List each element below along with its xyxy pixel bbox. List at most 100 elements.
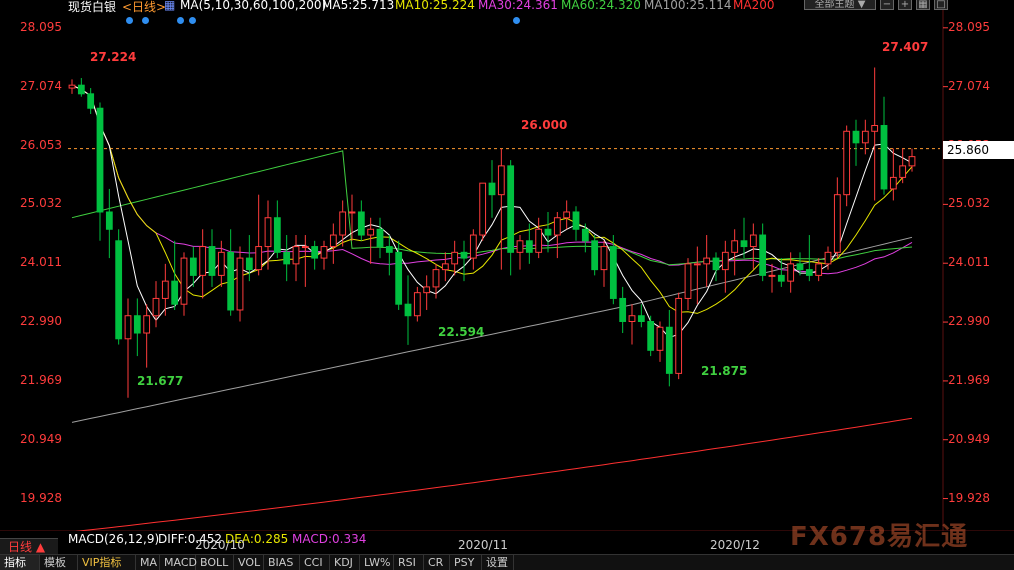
candle-body xyxy=(488,182,496,196)
candle-body xyxy=(600,246,608,271)
tab-1[interactable]: 模板 xyxy=(40,555,78,570)
candle-body xyxy=(740,240,748,248)
candle-body xyxy=(647,320,655,351)
tab-14[interactable]: 设置 xyxy=(482,555,514,570)
high-annotation: 27.407 xyxy=(882,40,929,54)
y-tick-label: 20.949 xyxy=(948,431,990,446)
candle-body xyxy=(255,246,263,271)
tab-0[interactable]: 指标 xyxy=(0,555,40,570)
candle-body xyxy=(264,217,272,248)
ma-indicator-icon[interactable]: ▦ xyxy=(164,0,175,12)
ma60-value: MA60:24.320 xyxy=(561,0,641,12)
candle-body xyxy=(572,211,580,230)
plus-icon[interactable]: + xyxy=(898,0,912,10)
event-marker-icon[interactable] xyxy=(189,17,196,24)
candle-body xyxy=(329,234,337,248)
candle-body xyxy=(787,263,795,282)
candle-body xyxy=(469,234,477,259)
candle-body xyxy=(516,240,524,253)
period-label[interactable]: <日线> xyxy=(122,0,166,15)
candlestick-chart[interactable] xyxy=(0,0,1014,569)
candle-body xyxy=(861,130,869,144)
y-tick-label-left: 24.011 xyxy=(20,255,62,270)
candle-body xyxy=(124,315,132,340)
tab-10[interactable]: LW% xyxy=(360,555,394,570)
low-annotation: 21.677 xyxy=(137,374,184,388)
theme-dropdown[interactable]: 全部主题 ▼ xyxy=(804,0,876,10)
candle-body xyxy=(217,251,225,276)
candle-body xyxy=(703,257,711,265)
tab-4[interactable]: MACD xyxy=(160,555,197,570)
candle-body xyxy=(367,228,375,236)
tab-13[interactable]: PSY xyxy=(450,555,482,570)
grid-icon[interactable]: ▦ xyxy=(916,0,930,10)
candle-body xyxy=(87,93,95,109)
date-label: 2020/12 xyxy=(710,538,760,552)
candle-body xyxy=(656,326,664,351)
candle-body xyxy=(768,274,776,277)
candle-body xyxy=(348,211,356,214)
y-tick-label: 28.095 xyxy=(948,19,990,34)
candle-body xyxy=(609,246,617,299)
event-markers xyxy=(0,17,600,27)
candle-body xyxy=(759,234,767,276)
candle-body xyxy=(115,240,123,340)
tab-11[interactable]: RSI xyxy=(394,555,424,570)
y-tick-label-left: 20.949 xyxy=(20,431,62,446)
y-tick-label-left: 22.990 xyxy=(20,314,62,329)
candle-body xyxy=(497,165,505,196)
candle-body xyxy=(581,228,589,242)
candle-body xyxy=(395,251,403,305)
candle-body xyxy=(301,246,309,249)
candle-body xyxy=(833,194,841,253)
candle-body xyxy=(749,234,757,248)
candle-body xyxy=(535,228,543,253)
candle-body xyxy=(908,156,916,167)
macd-title: MACD(26,12,9) xyxy=(68,532,160,546)
y-tick-label-left: 27.074 xyxy=(20,78,62,93)
ma100-line xyxy=(71,236,913,423)
tab-12[interactable]: CR xyxy=(424,555,450,570)
event-marker-icon[interactable] xyxy=(142,17,149,24)
candle-body xyxy=(544,228,552,236)
candle-body xyxy=(880,125,888,190)
candle-body xyxy=(311,246,319,259)
candle-body xyxy=(637,315,645,322)
period-toggle-button[interactable]: 日线 ▲ xyxy=(0,538,58,554)
ma10-value: MA10:25.224 xyxy=(395,0,475,12)
indicator-tab-bar: 指标 模板 VIP指标 MA MACD BOLL VOL BIAS CCI KDJ LW% RSI CR… xyxy=(0,554,1014,570)
minus-icon[interactable]: − xyxy=(880,0,894,10)
event-marker-icon[interactable] xyxy=(177,17,184,24)
y-tick-label: 24.011 xyxy=(948,255,990,270)
event-marker-icon[interactable] xyxy=(513,17,520,24)
ma5-value: MA5:25.713 xyxy=(322,0,395,12)
candle-body xyxy=(619,297,627,322)
event-marker-icon[interactable] xyxy=(126,17,133,24)
watermark-logo: FX678易汇通 xyxy=(790,522,969,552)
y-tick-label: 21.969 xyxy=(948,372,990,387)
candle-body xyxy=(899,165,907,178)
candle-body xyxy=(479,182,487,236)
candle-body xyxy=(245,257,253,271)
tab-7[interactable]: BIAS xyxy=(264,555,300,570)
tab-6[interactable]: VOL xyxy=(234,555,264,570)
candle-body xyxy=(628,315,636,322)
candle-body xyxy=(385,246,393,253)
tab-8[interactable]: CCI xyxy=(300,555,330,570)
candle-body xyxy=(563,211,571,219)
candle-body xyxy=(805,269,813,276)
candle-body xyxy=(273,217,281,253)
tab-9[interactable]: KDJ xyxy=(330,555,360,570)
candle-body xyxy=(404,303,412,317)
tab-3[interactable]: MA xyxy=(136,555,160,570)
candle-body xyxy=(553,217,561,236)
candle-body xyxy=(525,240,533,253)
tab-2[interactable]: VIP指标 xyxy=(78,555,136,570)
tab-5[interactable]: BOLL xyxy=(196,555,234,570)
candle-body xyxy=(824,251,832,265)
candle-body xyxy=(133,315,141,334)
y-tick-label: 22.990 xyxy=(948,314,990,329)
maximize-icon[interactable]: □ xyxy=(934,0,948,10)
candle-body xyxy=(77,84,85,95)
current-price-tag: 25.860 xyxy=(943,141,1014,159)
